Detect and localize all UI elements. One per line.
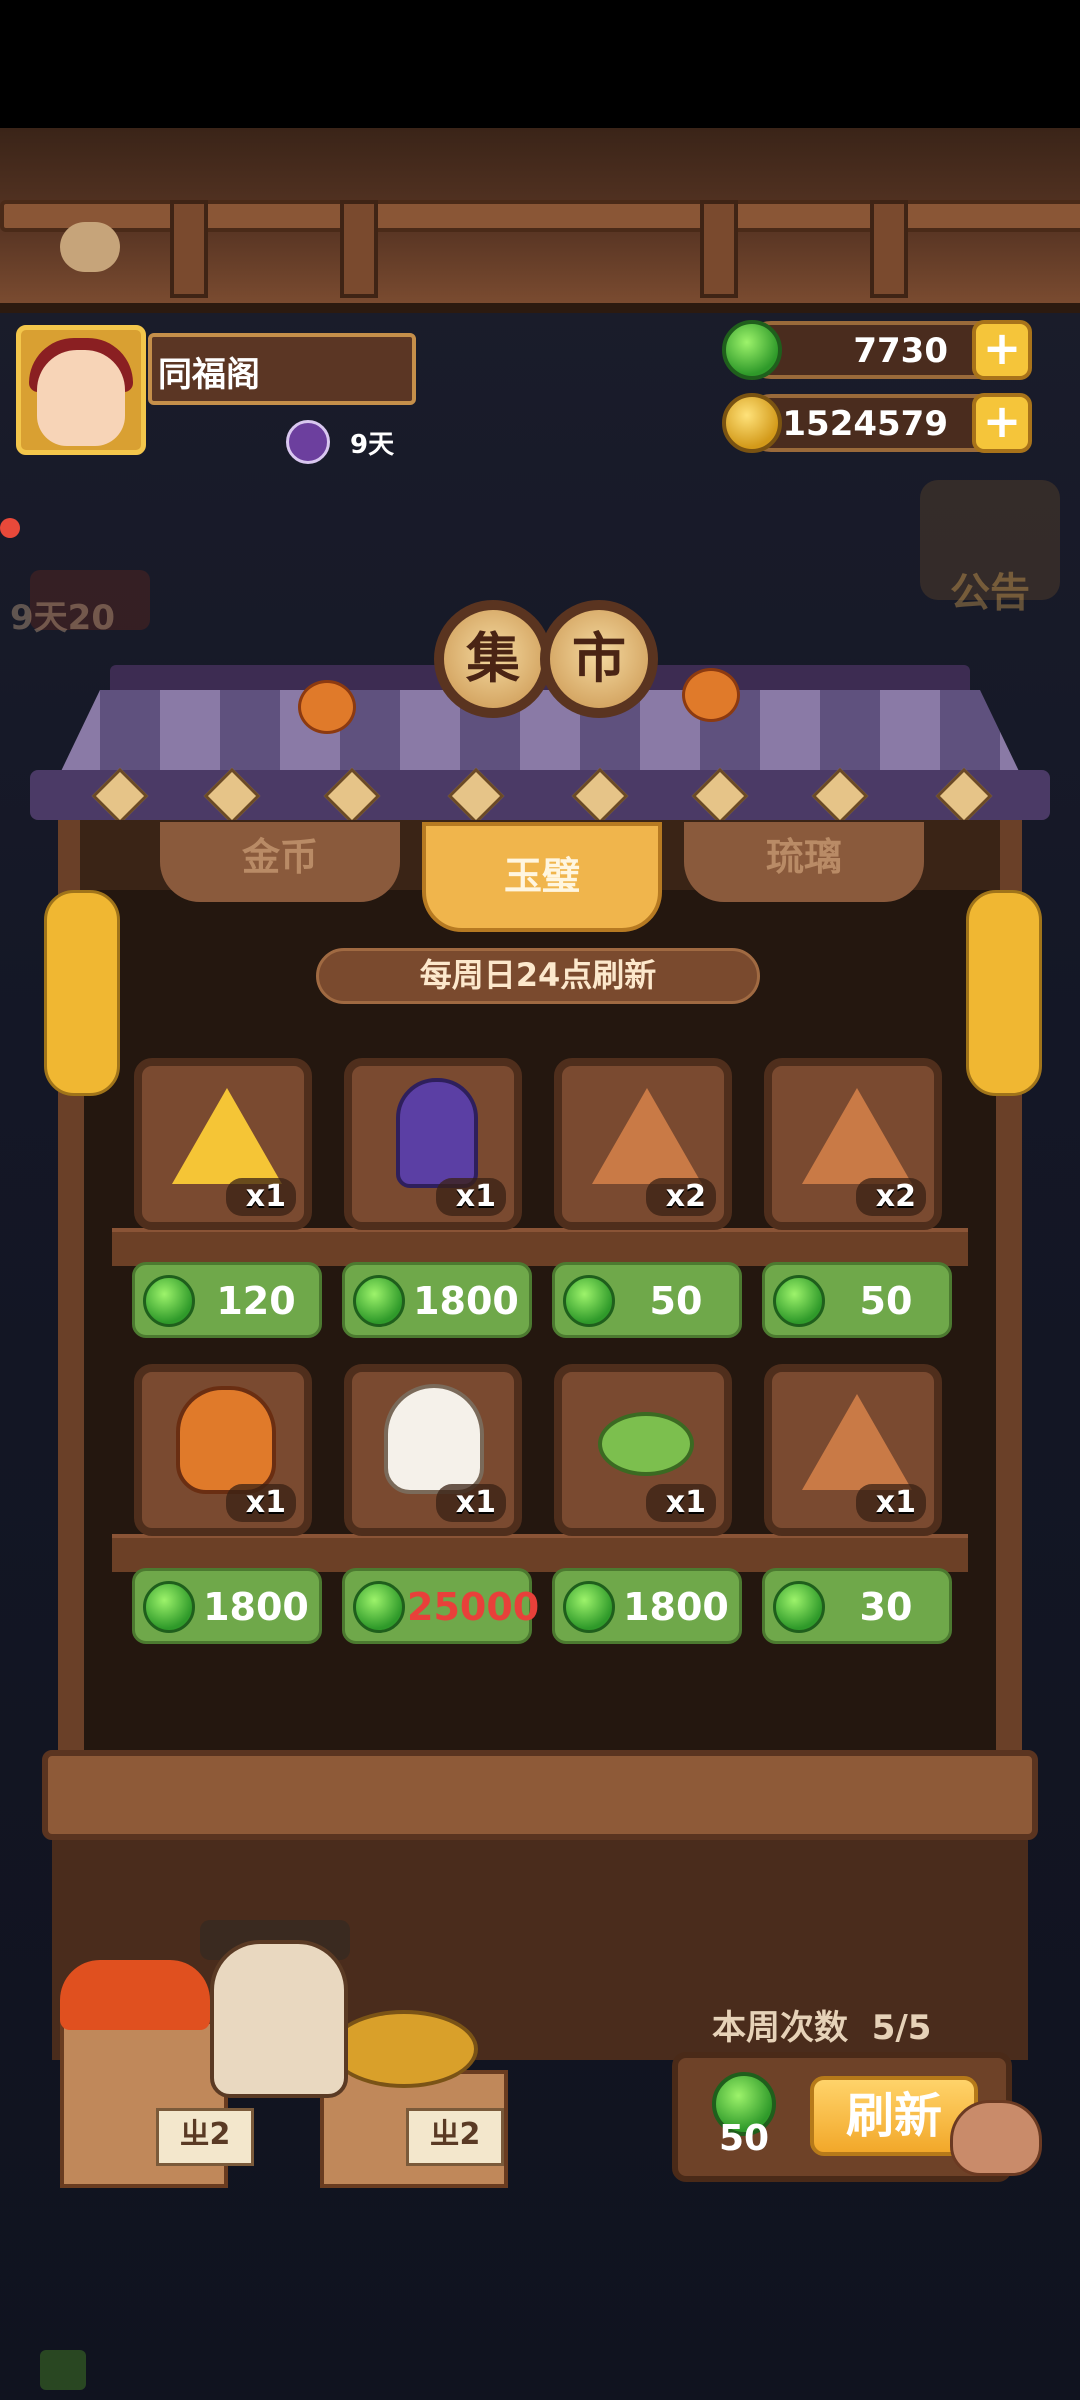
decorative-jar-icon <box>176 1386 276 1494</box>
market-item-3[interactable]: x2 <box>554 1058 732 1230</box>
tab-glaze[interactable]: 琉璃 <box>684 822 924 902</box>
coin-amount: 51524579 <box>758 404 948 444</box>
bun-mascot <box>950 2100 1042 2176</box>
notice-label: 公告 <box>950 570 1030 616</box>
roof-crossbeam <box>0 200 1080 232</box>
market-item-8[interactable]: x1 <box>764 1364 942 1536</box>
roof-post <box>700 200 738 298</box>
buy-item-1-button[interactable]: 120 <box>132 1262 322 1338</box>
corn-decoration <box>966 890 1042 1096</box>
item-price-unaffordable: 25000 <box>407 1585 540 1629</box>
jade-icon <box>353 1275 405 1327</box>
companion-avatar-icon[interactable] <box>286 420 330 464</box>
status-bar <box>0 0 1080 128</box>
buy-item-6-button[interactable]: 25000 <box>342 1568 540 1644</box>
roof-post <box>170 200 208 298</box>
player-avatar[interactable] <box>16 325 146 455</box>
item-quantity: x2 <box>875 1179 916 1214</box>
add-jade-button[interactable]: + <box>972 320 1032 380</box>
tab-jade[interactable]: 玉璧 <box>422 822 662 932</box>
item-quantity: x2 <box>665 1179 706 1214</box>
awning-edge <box>30 770 1050 820</box>
coin-icon <box>722 393 782 453</box>
brown-triangle-flower-icon <box>802 1088 912 1184</box>
shelf-board <box>112 1534 968 1572</box>
item-price: 1800 <box>413 1279 519 1323</box>
item-quantity: x1 <box>665 1485 706 1520</box>
chick-decoration <box>60 222 120 272</box>
buy-item-5-button[interactable]: 1800 <box>132 1568 322 1644</box>
add-coin-button[interactable]: + <box>972 393 1032 453</box>
item-price: 1800 <box>203 1585 309 1629</box>
jade-icon <box>563 1275 615 1327</box>
jade-icon <box>773 1275 825 1327</box>
item-quantity: x1 <box>875 1485 916 1520</box>
market-sign-left: 集 <box>434 600 552 718</box>
persimmon-decoration <box>298 680 356 734</box>
price-tag: ㄓ2 <box>406 2108 504 2166</box>
shelf-board <box>112 1228 968 1266</box>
jade-icon <box>773 1581 825 1633</box>
price-tag: ㄓ2 <box>156 2108 254 2166</box>
tomatoes-decoration <box>60 1960 210 2030</box>
item-price: 50 <box>649 1279 703 1323</box>
player-name: 同福阁 <box>158 355 260 395</box>
roof-post <box>340 200 378 298</box>
item-quantity: x1 <box>245 1179 286 1214</box>
gold-triangle-rice-cake-icon <box>172 1088 282 1184</box>
item-price: 120 <box>216 1279 296 1323</box>
jade-icon <box>353 1581 405 1633</box>
buy-item-7-button[interactable]: 1800 <box>552 1568 742 1644</box>
refresh-cost: 50 <box>718 2118 770 2159</box>
item-quantity: x1 <box>245 1485 286 1520</box>
item-price: 1800 <box>623 1585 729 1629</box>
buy-item-8-button[interactable]: 30 <box>762 1568 952 1644</box>
persimmon-decoration <box>682 668 740 722</box>
jade-icon <box>563 1581 615 1633</box>
buy-item-4-button[interactable]: 50 <box>762 1262 952 1338</box>
market-item-2[interactable]: x1 <box>344 1058 522 1230</box>
tab-coin[interactable]: 金币 <box>160 822 400 902</box>
event-timer: 9天20 <box>10 598 115 638</box>
gold-ingot-decoration <box>330 2010 478 2088</box>
brown-triangle-coin-icon <box>802 1394 912 1490</box>
days-label: 9天 <box>350 430 395 460</box>
market-item-7[interactable]: x1 <box>554 1364 732 1536</box>
jade-amount: 7730 <box>853 331 948 371</box>
roof-post <box>870 200 908 298</box>
jade-icon <box>722 320 782 380</box>
notification-dot <box>0 518 20 538</box>
market-sign-right: 市 <box>540 600 658 718</box>
item-price: 30 <box>859 1585 913 1629</box>
purple-cat-frame-icon <box>396 1078 478 1188</box>
jade-icon <box>143 1275 195 1327</box>
market-item-1[interactable]: x1 <box>134 1058 312 1230</box>
corn-decoration <box>44 890 120 1096</box>
market-item-5[interactable]: x1 <box>134 1364 312 1536</box>
player-name-plate[interactable]: 同福阁 <box>148 333 416 405</box>
item-price: 50 <box>859 1279 913 1323</box>
buy-item-2-button[interactable]: 1800 <box>342 1262 532 1338</box>
refresh-schedule-label: 每周日24点刷新 <box>316 948 760 1004</box>
market-item-6[interactable]: x1 <box>344 1364 522 1536</box>
brown-triangle-pattern-icon <box>592 1088 702 1184</box>
jade-icon <box>143 1581 195 1633</box>
weekly-refresh-count: 本周次数 5/5 <box>712 2008 932 2048</box>
buy-item-3-button[interactable]: 50 <box>552 1262 742 1338</box>
bottom-menu-icon[interactable] <box>40 2350 86 2390</box>
item-quantity: x1 <box>455 1485 496 1520</box>
bear-musician-icon <box>384 1384 484 1494</box>
market-item-4[interactable]: x2 <box>764 1058 942 1230</box>
item-quantity: x1 <box>455 1179 496 1214</box>
vendor-character <box>210 1940 348 2098</box>
stall-counter <box>42 1750 1038 1840</box>
green-mooncake-icon <box>598 1412 694 1476</box>
